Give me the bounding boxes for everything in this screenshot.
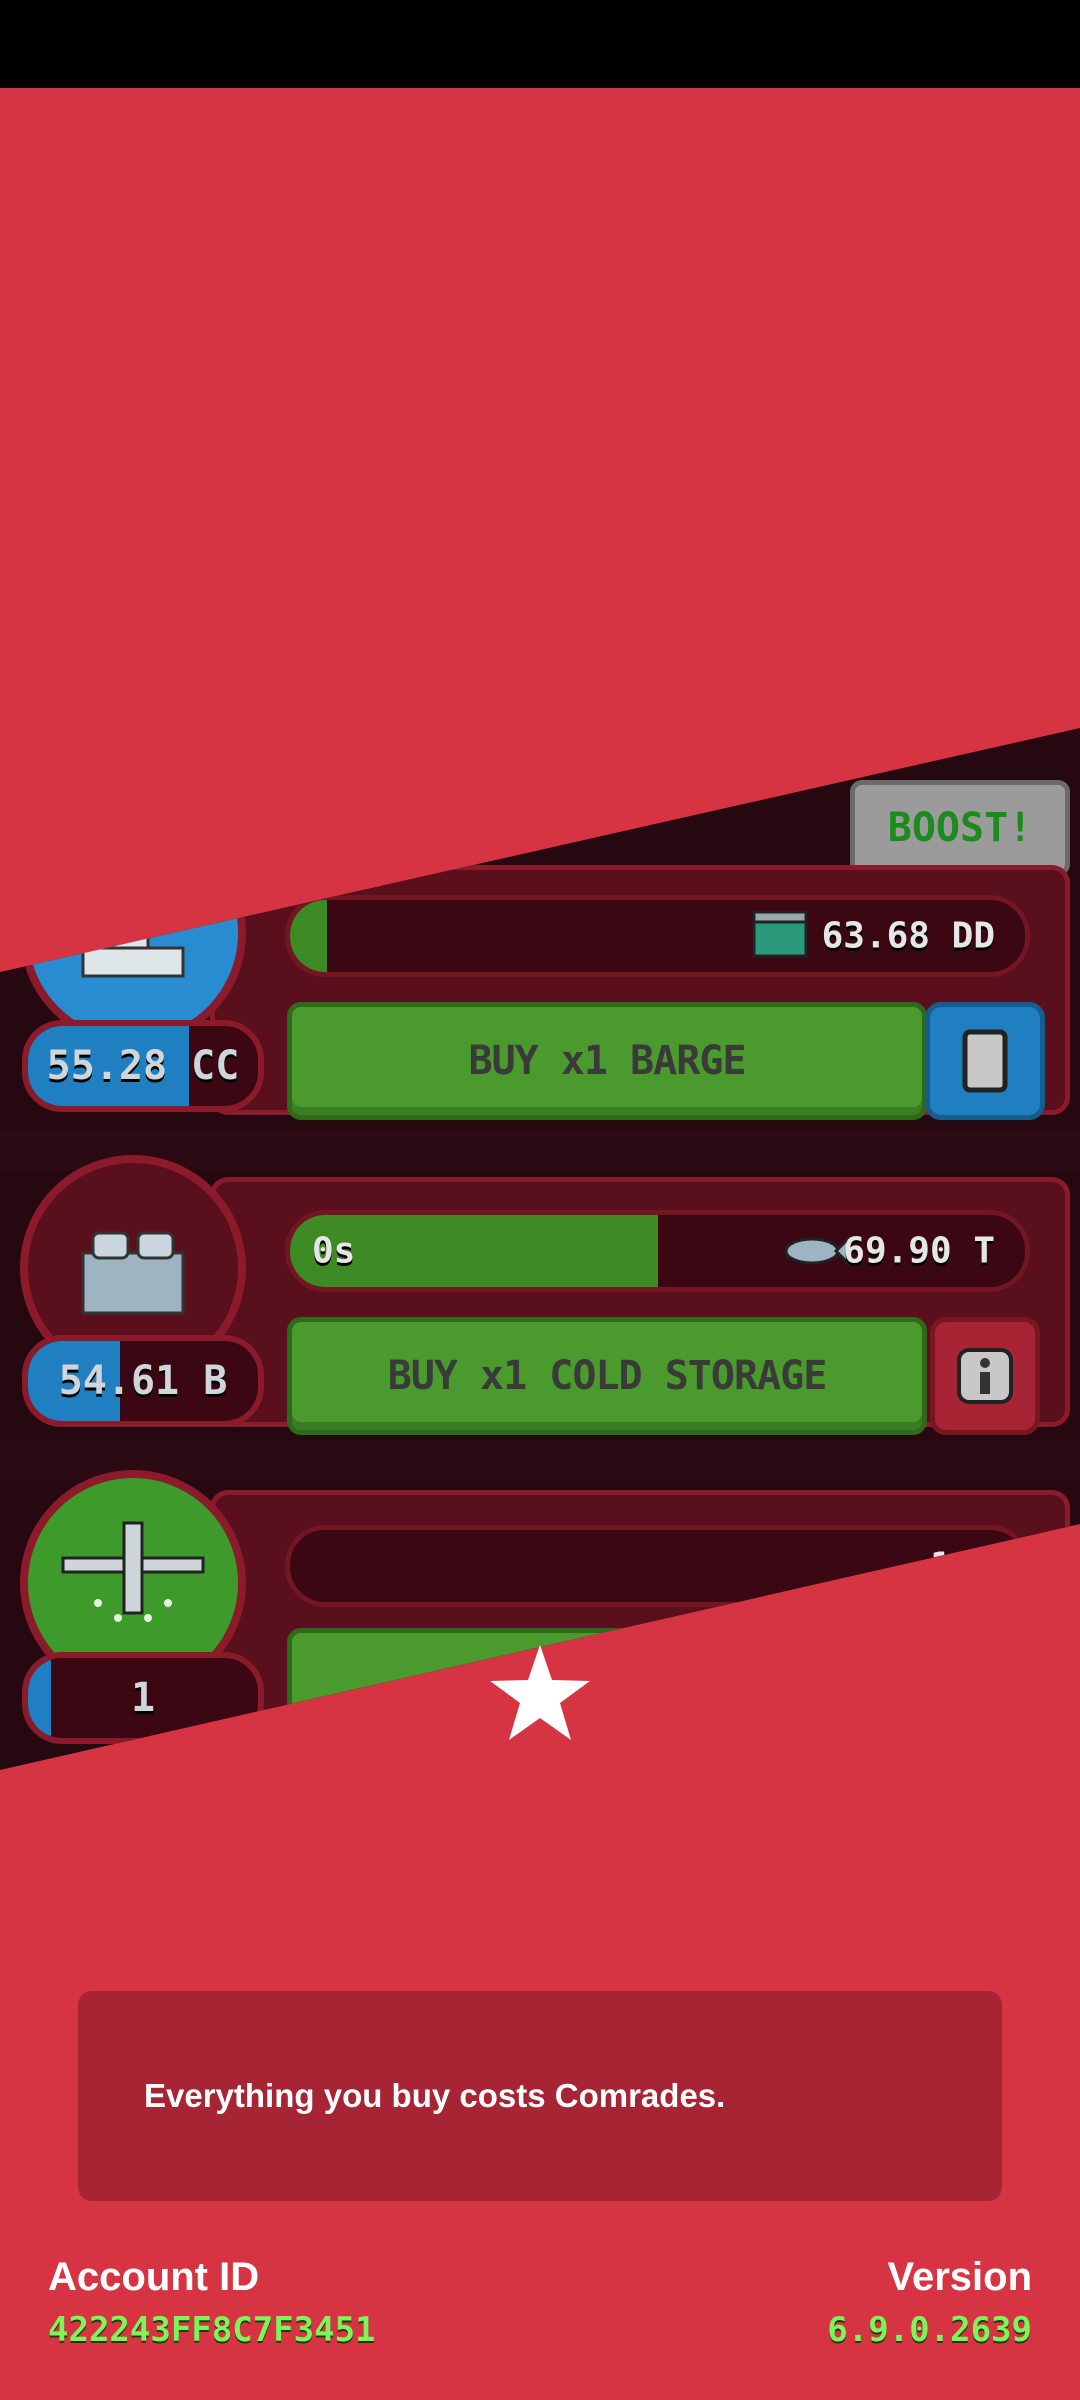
boost-label: BOOST!: [887, 805, 1033, 851]
buy-cold-storage-label: BUY x1 COLD STORAGE: [387, 1353, 828, 1399]
barge-progress-value: 63.68 DD: [821, 915, 995, 957]
cold-storage-progress-bar: 0s 69.90 T: [285, 1210, 1030, 1292]
account-id-label: Account ID: [48, 2255, 260, 2299]
cold-storage-price-pill: 54.61 B: [22, 1335, 264, 1427]
version-value: 6.9.0.2639: [827, 2310, 1032, 2350]
cold-storage-price: 54.61 B: [58, 1358, 228, 1404]
barge-portrait[interactable]: [20, 820, 246, 1046]
tip-message-text: Everything you buy costs Comrades.: [144, 2077, 726, 2114]
cold-storage-info-button[interactable]: [930, 1317, 1040, 1435]
card-icon: [962, 1029, 1008, 1093]
crate-icon: [752, 910, 808, 958]
tip-message-box: Everything you buy costs Comrades.: [78, 1991, 1002, 2201]
crop-duster-progress-bar: 1 M: [285, 1525, 1030, 1607]
boost-button[interactable]: BOOST!: [850, 780, 1070, 876]
cold-storage-timer: 0s: [312, 1230, 356, 1272]
status-bar: [0, 0, 1080, 88]
crop-duster-price: 1: [130, 1675, 156, 1721]
account-id-value: 422243FF8C7F3451: [48, 2310, 376, 2350]
barge-price: 55.28 CC: [46, 1043, 240, 1089]
barge-icon: [81, 926, 185, 978]
barge-price-pill: 55.28 CC: [22, 1020, 264, 1112]
version-label: Version: [887, 2255, 1032, 2299]
info-icon: [957, 1348, 1013, 1404]
cold-storage-progress-value: 69.90 T: [843, 1230, 995, 1272]
barge-card-button[interactable]: [925, 1002, 1045, 1120]
buy-crop-duster-button[interactable]: BU: [287, 1628, 927, 1746]
buy-cold-storage-button[interactable]: BUY x1 COLD STORAGE: [287, 1317, 927, 1435]
buy-barge-label: BUY x1 BARGE: [468, 1038, 747, 1084]
fish-icon: [784, 1235, 850, 1267]
crop-duster-price-pill: 1: [22, 1652, 264, 1744]
buy-crop-duster-label: BU: [583, 1664, 631, 1710]
crop-duster-progress-value: 1 M: [929, 1545, 995, 1587]
barge-progress-bar: 63.68 DD: [285, 895, 1030, 977]
star-icon: [490, 1645, 590, 1740]
buy-barge-button[interactable]: BUY x1 BARGE: [287, 1002, 927, 1120]
